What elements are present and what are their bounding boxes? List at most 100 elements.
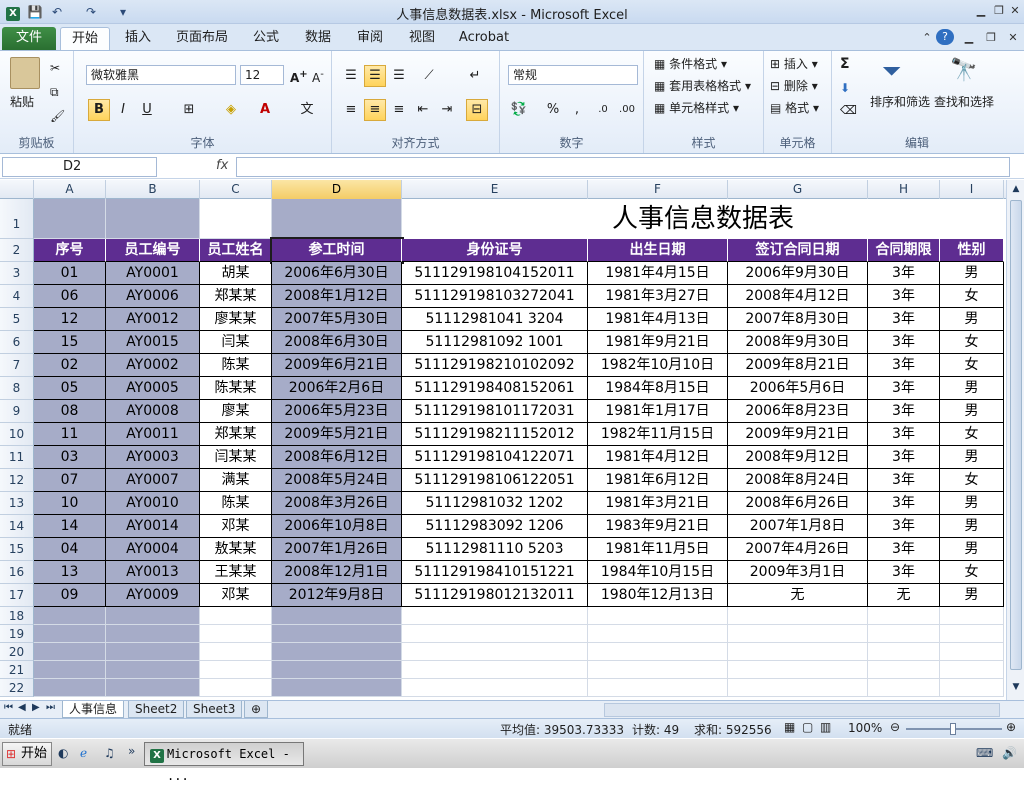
table-cell[interactable]: 2009年8月21日 (728, 354, 868, 377)
empty-cell[interactable] (402, 643, 588, 661)
column-header-e[interactable]: E (402, 180, 588, 199)
empty-cell[interactable] (728, 625, 868, 643)
table-cell[interactable]: 51112981041 3204 (402, 308, 588, 331)
empty-cell[interactable] (402, 679, 588, 697)
table-cell[interactable]: 09 (34, 584, 106, 607)
table-cell[interactable]: 2008年9月12日 (728, 446, 868, 469)
table-cell[interactable]: AY0009 (106, 584, 200, 607)
row-header-7[interactable]: 7 (0, 354, 34, 377)
wrap-text-icon[interactable]: ↵ (464, 65, 486, 87)
table-cell[interactable]: 2007年1月8日 (728, 515, 868, 538)
empty-cell[interactable] (588, 679, 728, 697)
page-layout-view-icon[interactable]: ▢ (802, 720, 813, 734)
cell-row1-c[interactable] (200, 199, 272, 239)
table-cell[interactable]: 王某某 (200, 561, 272, 584)
table-cell[interactable]: 无 (728, 584, 868, 607)
table-cell[interactable]: 1981年11月5日 (588, 538, 728, 561)
phonetic-icon[interactable]: 文 (296, 99, 318, 121)
empty-cell[interactable] (106, 625, 200, 643)
empty-cell[interactable] (200, 661, 272, 679)
table-cell[interactable]: 2012年9月8日 (272, 584, 402, 607)
comma-button[interactable]: , (566, 99, 588, 121)
table-cell[interactable]: 1980年12月13日 (588, 584, 728, 607)
table-cell[interactable]: 511129198408152061 (402, 377, 588, 400)
empty-cell[interactable] (588, 625, 728, 643)
table-cell[interactable]: 男 (940, 377, 1004, 400)
table-cell[interactable]: 2006年9月30日 (728, 262, 868, 285)
scroll-up-icon[interactable]: ▲ (1010, 184, 1022, 196)
format-painter-icon[interactable]: 🖌 (50, 107, 65, 125)
empty-cell[interactable] (106, 643, 200, 661)
row-header-1[interactable]: 1 (0, 199, 34, 239)
header-cell-d[interactable]: 参工时间 (270, 237, 404, 264)
table-cell[interactable]: 511129198101172031 (402, 400, 588, 423)
table-cell[interactable]: 1981年3月21日 (588, 492, 728, 515)
table-cell[interactable]: AY0004 (106, 538, 200, 561)
table-cell[interactable]: 邓某 (200, 584, 272, 607)
empty-cell[interactable] (728, 607, 868, 625)
name-box[interactable]: D2 (2, 157, 157, 177)
decrease-indent-icon[interactable]: ⇤ (412, 99, 434, 121)
column-header-c[interactable]: C (200, 180, 272, 199)
table-cell[interactable]: 2006年8月23日 (728, 400, 868, 423)
column-header-a[interactable]: A (34, 180, 106, 199)
empty-cell[interactable] (34, 625, 106, 643)
empty-cell[interactable] (272, 643, 402, 661)
table-cell[interactable]: 男 (940, 400, 1004, 423)
help-icon[interactable]: ? (936, 29, 954, 45)
table-cell[interactable]: AY0012 (106, 308, 200, 331)
table-cell[interactable]: AY0001 (106, 262, 200, 285)
italic-button[interactable]: I (112, 99, 134, 121)
empty-cell[interactable] (200, 679, 272, 697)
page-break-view-icon[interactable]: ▥ (820, 720, 831, 734)
table-cell[interactable]: 女 (940, 354, 1004, 377)
table-cell[interactable]: 3年 (868, 538, 940, 561)
table-cell[interactable]: 2007年8月30日 (728, 308, 868, 331)
table-cell[interactable]: 闫某某 (200, 446, 272, 469)
find-select-icon[interactable]: 🔭 (950, 57, 977, 85)
empty-cell[interactable] (728, 661, 868, 679)
row-header-11[interactable]: 11 (0, 446, 34, 469)
formula-input[interactable] (236, 157, 1010, 177)
row-header-18[interactable]: 18 (0, 607, 34, 625)
row-header-21[interactable]: 21 (0, 661, 34, 679)
row-header-12[interactable]: 12 (0, 469, 34, 492)
header-cell-g[interactable]: 签订合同日期 (728, 239, 868, 262)
select-all-corner[interactable] (0, 180, 34, 199)
table-cell[interactable]: 1984年10月15日 (588, 561, 728, 584)
row-header-15[interactable]: 15 (0, 538, 34, 561)
empty-cell[interactable] (940, 607, 1004, 625)
table-cell[interactable]: 3年 (868, 423, 940, 446)
ribbon-minimize-icon[interactable]: ⌃ (918, 30, 936, 46)
row-header-4[interactable]: 4 (0, 285, 34, 308)
empty-cell[interactable] (402, 607, 588, 625)
cell-row1-b[interactable] (106, 199, 200, 239)
copy-icon[interactable]: ⧉ (50, 83, 59, 101)
table-cell[interactable]: 2007年4月26日 (728, 538, 868, 561)
table-cell[interactable]: 511129198103272041 (402, 285, 588, 308)
table-cell[interactable]: 男 (940, 515, 1004, 538)
empty-cell[interactable] (868, 625, 940, 643)
table-cell[interactable]: 2008年5月24日 (272, 469, 402, 492)
bold-button[interactable]: B (88, 99, 110, 121)
table-cell[interactable]: 2008年6月26日 (728, 492, 868, 515)
underline-button[interactable]: U (136, 99, 158, 121)
empty-cell[interactable] (34, 643, 106, 661)
table-cell[interactable]: 04 (34, 538, 106, 561)
table-cell[interactable]: 1981年4月13日 (588, 308, 728, 331)
empty-cell[interactable] (272, 679, 402, 697)
table-cell[interactable]: 女 (940, 561, 1004, 584)
ie-icon[interactable]: ℯ (80, 746, 87, 760)
row-header-6[interactable]: 6 (0, 331, 34, 354)
table-cell[interactable]: 1981年1月17日 (588, 400, 728, 423)
row-header-2[interactable]: 2 (0, 239, 34, 262)
empty-cell[interactable] (728, 679, 868, 697)
table-cell[interactable]: 15 (34, 331, 106, 354)
font-name-select[interactable]: 微软雅黑 (86, 65, 236, 85)
empty-cell[interactable] (402, 625, 588, 643)
row-header-10[interactable]: 10 (0, 423, 34, 446)
percent-button[interactable]: % (542, 99, 564, 121)
sheet-tab-3[interactable]: Sheet3 (186, 701, 243, 718)
row-header-9[interactable]: 9 (0, 400, 34, 423)
empty-cell[interactable] (868, 643, 940, 661)
